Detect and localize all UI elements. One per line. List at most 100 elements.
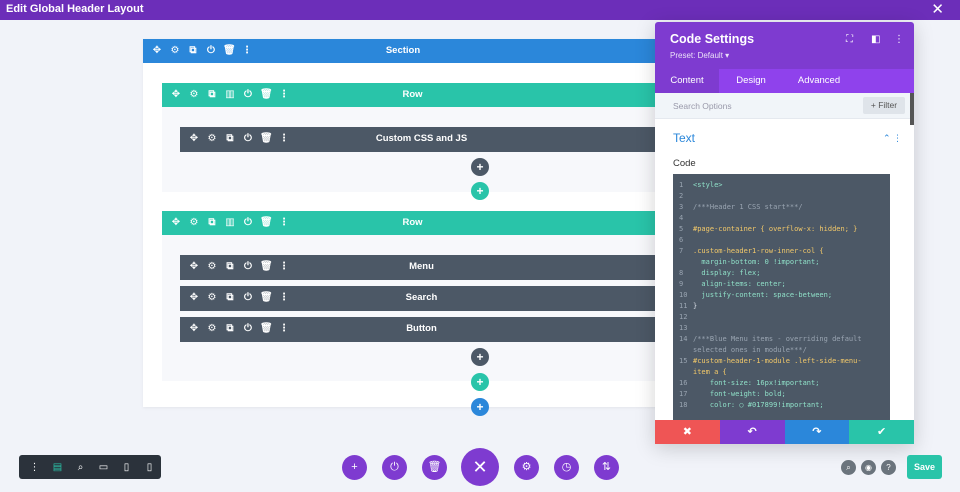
trash-icon[interactable]: 🗑 — [260, 217, 273, 229]
move-icon[interactable]: ✥ — [188, 292, 200, 304]
tab-content[interactable]: Content — [655, 69, 719, 93]
split-view-icon[interactable]: ◧ — [871, 34, 880, 45]
move-icon[interactable]: ✥ — [188, 323, 200, 335]
columns-icon[interactable]: ▥ — [224, 89, 236, 101]
move-icon[interactable]: ✥ — [170, 89, 182, 101]
power-icon[interactable]: ⏻ — [242, 261, 254, 273]
add-button[interactable]: + — [342, 455, 367, 480]
code-line: 4 — [673, 213, 890, 224]
add-section-button[interactable]: + — [471, 398, 489, 416]
power-icon[interactable]: ⏻ — [242, 292, 254, 304]
more-icon[interactable]: ⋮ — [241, 45, 253, 57]
add-row-button[interactable]: + — [471, 373, 489, 391]
trash-icon[interactable]: 🗑 — [260, 261, 273, 273]
duplicate-icon[interactable]: ⧉ — [187, 45, 199, 57]
settings-icon[interactable]: ⚙ — [188, 89, 200, 101]
power-icon[interactable]: ⏻ — [242, 217, 254, 229]
duplicate-icon[interactable]: ⧉ — [206, 89, 218, 101]
trash-icon[interactable]: 🗑 — [260, 323, 273, 335]
settings-icon[interactable]: ⚙ — [206, 323, 218, 335]
confirm-button[interactable]: ✔ — [849, 420, 914, 444]
add-module-button[interactable]: + — [471, 348, 489, 366]
settings-icon[interactable]: ⚙ — [206, 133, 218, 145]
move-icon[interactable]: ✥ — [170, 217, 182, 229]
duplicate-icon[interactable]: ⧉ — [224, 133, 236, 145]
trash-icon[interactable]: 🗑 — [223, 45, 236, 57]
search-options-input[interactable]: Search Options — [673, 101, 732, 111]
line-number — [673, 345, 693, 356]
more-icon[interactable]: ⋮ — [278, 89, 290, 101]
power-icon[interactable]: ⏻ — [205, 45, 217, 57]
discard-button[interactable]: ✖ — [655, 420, 720, 444]
settings-icon[interactable]: ⚙ — [169, 45, 181, 57]
module-toolbar: ✥ ⚙ ⧉ ⏻ 🗑 ⋮ — [188, 317, 290, 341]
row-1-bar[interactable]: Row ✥ ⚙ ⧉ ▥ ⏻ 🗑 ⋮ — [162, 83, 663, 107]
power-icon[interactable]: ⏻ — [242, 89, 254, 101]
redo-button[interactable]: ↷ — [784, 420, 850, 444]
preset-dropdown[interactable]: Preset: Default ▾ — [670, 51, 729, 60]
trash-icon[interactable]: 🗑 — [260, 89, 273, 101]
history-button[interactable]: ◷ — [554, 455, 579, 480]
more-icon[interactable]: ⋮ — [278, 217, 290, 229]
more-icon[interactable]: ⋮ — [278, 261, 290, 273]
settings-icon[interactable]: ⚙ — [188, 217, 200, 229]
trash-icon[interactable]: 🗑 — [260, 292, 273, 304]
code-text: /***Header 1 CSS start***/ — [693, 203, 803, 211]
menu-dots-icon[interactable]: ⋮ — [23, 462, 46, 473]
module-custom-css-js[interactable]: Custom CSS and JS ✥ ⚙ ⧉ ⏻ 🗑 ⋮ — [180, 127, 663, 152]
fullscreen-icon[interactable]: ⛶ — [846, 34, 853, 45]
trash-icon[interactable]: 🗑 — [260, 133, 273, 145]
code-line: 14 /***Blue Menu items - overriding defau… — [673, 334, 890, 345]
module-search[interactable]: Search ✥ ⚙ ⧉ ⏻ 🗑 ⋮ — [180, 286, 663, 311]
panel-scrollbar[interactable] — [910, 93, 914, 125]
more-icon[interactable]: ⋮ — [894, 34, 904, 45]
line-number: 1 — [679, 181, 684, 189]
search-icon[interactable]: ⌕ — [841, 460, 856, 475]
section-bar[interactable]: Section ✥ ⚙ ⧉ ⏻ 🗑 ⋮ — [143, 39, 663, 63]
add-module-button[interactable]: + — [471, 158, 489, 176]
module-button[interactable]: Button ✥ ⚙ ⧉ ⏻ 🗑 ⋮ — [180, 317, 663, 342]
close-builder-button[interactable]: ✕ — [461, 448, 499, 486]
portability-button[interactable]: ⇅ — [594, 455, 619, 480]
duplicate-icon[interactable]: ⧉ — [206, 217, 218, 229]
close-icon[interactable]: ✕ — [931, 1, 944, 19]
tab-advanced[interactable]: Advanced — [787, 69, 851, 93]
power-icon[interactable]: ⏻ — [242, 323, 254, 335]
move-icon[interactable]: ✥ — [188, 133, 200, 145]
power-button[interactable]: ⏻ — [382, 455, 407, 480]
move-icon[interactable]: ✥ — [151, 45, 163, 57]
settings-icon[interactable]: ⚙ — [206, 292, 218, 304]
module-toolbar: ✥ ⚙ ⧉ ⏻ 🗑 ⋮ — [188, 255, 290, 279]
duplicate-icon[interactable]: ⧉ — [224, 292, 236, 304]
text-group-title[interactable]: Text — [673, 131, 695, 145]
phone-view-icon[interactable]: ▯ — [138, 462, 161, 473]
settings-icon[interactable]: ⚙ — [206, 261, 218, 273]
filter-button[interactable]: + Filter — [863, 97, 905, 114]
wireframe-view-icon[interactable]: ▤ — [46, 462, 69, 473]
add-row-button[interactable]: + — [471, 182, 489, 200]
move-icon[interactable]: ✥ — [188, 261, 200, 273]
tab-design[interactable]: Design — [725, 69, 777, 93]
tablet-view-icon[interactable]: ▯ — [115, 462, 138, 473]
layers-icon[interactable]: ◉ — [861, 460, 876, 475]
settings-button[interactable]: ⚙ — [514, 455, 539, 480]
code-editor[interactable]: 1 <style> 2 3 /***Header 1 CSS start***/ 4 5 #p… — [673, 174, 890, 420]
zoom-icon[interactable]: ⌕ — [69, 462, 92, 473]
power-icon[interactable]: ⏻ — [242, 133, 254, 145]
collapse-icon[interactable]: ⌃ ⋮ — [883, 133, 902, 144]
more-icon[interactable]: ⋮ — [278, 323, 290, 335]
module-menu[interactable]: Menu ✥ ⚙ ⧉ ⏻ 🗑 ⋮ — [180, 255, 663, 280]
row-toolbar: ✥ ⚙ ⧉ ▥ ⏻ 🗑 ⋮ — [170, 83, 290, 107]
undo-button[interactable]: ↶ — [719, 420, 785, 444]
trash-button[interactable]: 🗑 — [422, 455, 447, 480]
more-icon[interactable]: ⋮ — [278, 292, 290, 304]
desktop-view-icon[interactable]: ▭ — [92, 462, 115, 473]
duplicate-icon[interactable]: ⧉ — [224, 323, 236, 335]
code-line: 12 — [673, 312, 890, 323]
help-icon[interactable]: ? — [881, 460, 896, 475]
duplicate-icon[interactable]: ⧉ — [224, 261, 236, 273]
more-icon[interactable]: ⋮ — [278, 133, 290, 145]
columns-icon[interactable]: ▥ — [224, 217, 236, 229]
save-button[interactable]: Save — [907, 455, 942, 479]
row-2-bar[interactable]: Row ✥ ⚙ ⧉ ▥ ⏻ 🗑 ⋮ — [162, 211, 663, 235]
